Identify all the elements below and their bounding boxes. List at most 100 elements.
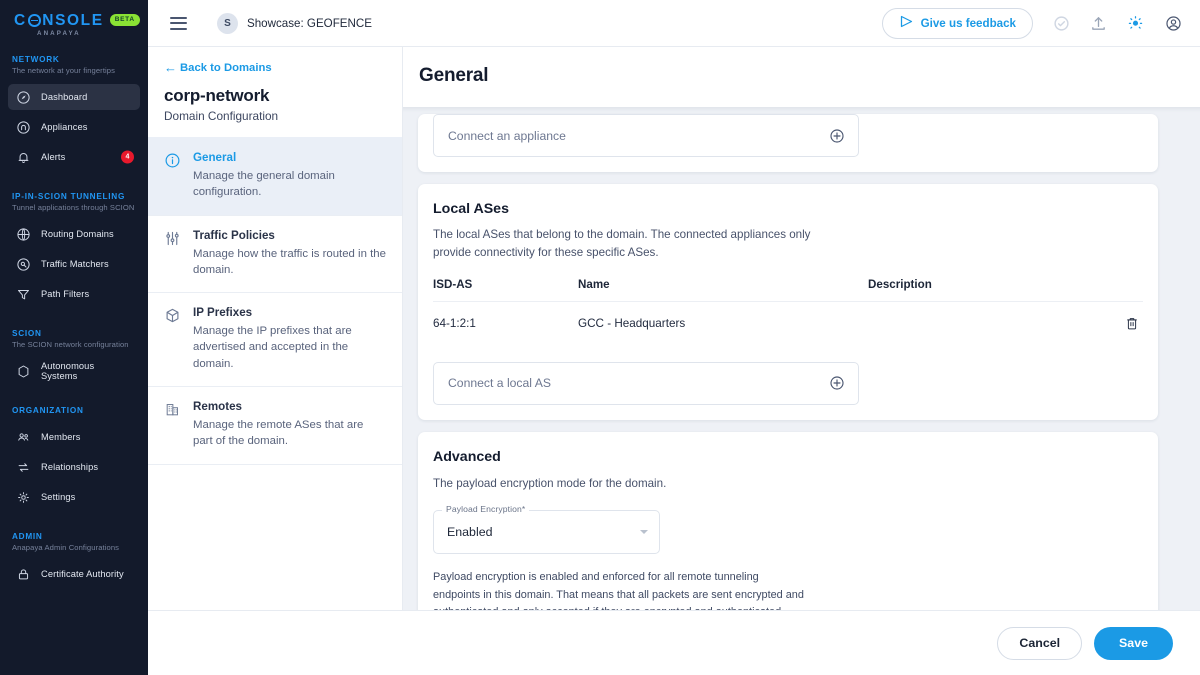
column-header-name: Name (578, 277, 610, 291)
sidebar-item-autonomous-systems[interactable]: Autonomous Systems (8, 358, 140, 384)
sidebar-item-settings[interactable]: Settings (8, 484, 140, 510)
cancel-button[interactable]: Cancel (997, 626, 1083, 660)
column-header-description: Description (868, 277, 932, 291)
hamburger-menu-icon[interactable] (170, 16, 187, 30)
sidebar-item-badge: 4 (121, 150, 134, 164)
local-ases-title: Local ASes (433, 201, 509, 217)
send-icon (899, 14, 914, 32)
trash-icon[interactable] (1124, 315, 1143, 332)
local-ases-table: ISD-AS Name Description 64-1:2:1 GCC - He… (433, 278, 1143, 345)
sidebar-group-scion: SCION The SCION network configuration Auto… (0, 329, 148, 384)
page-title: General (419, 65, 489, 86)
chevron-down-icon[interactable] (640, 529, 648, 534)
sidebar-item-label: Traffic Matchers (41, 259, 109, 269)
config-item-description: Manage the general domain configuration. (193, 170, 335, 199)
sidebar-group-subtitle: The SCION network configuration (12, 340, 129, 349)
give-feedback-button[interactable]: Give us feedback (881, 7, 1033, 39)
building-icon (164, 400, 181, 450)
plus-circle-icon[interactable] (829, 375, 845, 391)
brand-logo[interactable]: C NSOLE BETA ANAPAYA (0, 0, 148, 37)
sidebar-item-label: Appliances (41, 122, 88, 132)
give-feedback-label: Give us feedback (920, 16, 1016, 30)
lightbulb-icon[interactable] (1127, 15, 1144, 32)
config-item-general[interactable]: General Manage the general domain configu… (148, 137, 402, 215)
config-panel-filler (148, 463, 402, 610)
page-title-card: General (403, 47, 1200, 107)
appliances-card: Connect an appliance (418, 114, 1158, 172)
beta-badge: BETA (109, 14, 140, 26)
workspace-selector[interactable]: S Showcase: GEOFENCE (217, 12, 372, 34)
sidebar-group-subtitle: Tunnel applications through SCION (12, 203, 135, 212)
domain-subtitle: Domain Configuration (164, 109, 279, 123)
config-item-description: Manage how the traffic is routed in the … (193, 247, 386, 276)
sidebar-item-relationships[interactable]: Relationships (8, 454, 140, 480)
app-root: C NSOLE BETA ANAPAYA NETWORK The network … (0, 0, 1200, 675)
content-row: ← Back to Domains corp-network Domain Co… (148, 47, 1200, 610)
config-item-label: Remotes (193, 400, 242, 414)
lock-icon (16, 567, 31, 582)
settings-scroll-area[interactable]: General Connect an appliance Local ASes … (403, 47, 1200, 610)
sidebar-group-title: IP-IN-SCION TUNNELING (12, 192, 126, 201)
payload-encryption-label: Payload Encryption* (442, 503, 530, 514)
local-ases-description: The local ASes that belong to the domain… (433, 228, 811, 259)
sidebar-group-subtitle: Anapaya Admin Configurations (12, 543, 120, 552)
connect-local-as-input[interactable]: Connect a local AS (433, 361, 859, 405)
sidebar-group-title: ADMIN (12, 532, 43, 541)
config-item-description: Manage the remote ASes that are part of … (193, 419, 364, 448)
table-header-row: ISD-AS Name Description (433, 278, 1143, 301)
config-item-body: IP Prefixes Manage the IP prefixes that a… (193, 306, 386, 372)
sidebar-item-traffic-matchers[interactable]: Traffic Matchers (8, 251, 140, 277)
sidebar-item-certificate-authority[interactable]: Certificate Authority (8, 561, 140, 587)
brand-subtitle: ANAPAYA (37, 30, 81, 37)
filter-icon (16, 287, 31, 302)
sidebar-item-appliances[interactable]: Appliances (8, 114, 140, 140)
sidebar-group-network: NETWORK The network at your fingertips Das… (0, 55, 148, 170)
main-area: S Showcase: GEOFENCE Give us feedback ← … (148, 0, 1200, 675)
action-footer: Cancel Save (148, 610, 1200, 675)
sidebar-item-label: Settings (41, 492, 76, 502)
sidebar-item-dashboard[interactable]: Dashboard (8, 84, 140, 110)
connect-local-as-placeholder: Connect a local AS (448, 376, 551, 391)
cell-isd-as: 64-1:2:1 (433, 316, 476, 330)
config-item-remotes[interactable]: Remotes Manage the remote ASes that are p… (148, 386, 402, 464)
sidebar-item-alerts[interactable]: Alerts 4 (8, 144, 140, 170)
config-item-ip-prefixes[interactable]: IP Prefixes Manage the IP prefixes that a… (148, 292, 402, 386)
payload-encryption-field[interactable]: Payload Encryption* Enabled (433, 503, 660, 554)
config-item-traffic-policies[interactable]: Traffic Policies Manage how the traffic i… (148, 214, 402, 293)
save-button[interactable]: Save (1094, 626, 1173, 660)
table-body: 64-1:2:1 GCC - Headquarters (433, 300, 1143, 345)
connect-appliance-input[interactable]: Connect an appliance (433, 114, 859, 157)
advanced-card: Advanced The payload encryption mode for… (418, 431, 1158, 610)
sidebar-item-members[interactable]: Members (8, 424, 140, 450)
top-bar: S Showcase: GEOFENCE Give us feedback (148, 0, 1200, 47)
domain-name: corp-network (164, 86, 270, 105)
config-item-body: General Manage the general domain configu… (193, 151, 386, 201)
connect-appliance-placeholder: Connect an appliance (448, 128, 566, 143)
account-circle-icon[interactable] (1165, 15, 1182, 32)
check-circle-icon[interactable] (1053, 15, 1070, 32)
sidebar-item-path-filters[interactable]: Path Filters (8, 281, 140, 307)
sidebar-group-admin: ADMIN Anapaya Admin Configurations Certifi… (0, 532, 148, 587)
brand-logo-text: C NSOLE (14, 13, 104, 29)
sidebar-item-routing-domains[interactable]: Routing Domains (8, 221, 140, 247)
payload-encryption-note: Payload encryption is enabled and enforc… (433, 570, 804, 610)
plus-circle-icon[interactable] (829, 128, 845, 144)
bell-icon (16, 150, 31, 165)
box-icon (164, 306, 181, 372)
workspace-name: Showcase: GEOFENCE (247, 16, 372, 30)
upload-icon[interactable] (1090, 15, 1107, 32)
sidebar-item-label: Members (41, 432, 81, 442)
arrow-left-icon: ← (164, 60, 177, 75)
dashboard-icon (16, 90, 31, 105)
table-row[interactable]: 64-1:2:1 GCC - Headquarters (433, 300, 1143, 345)
config-item-label: Traffic Policies (193, 228, 275, 242)
back-to-domains-link[interactable]: ← Back to Domains (164, 61, 386, 74)
config-item-label: General (193, 151, 237, 164)
payload-encryption-select[interactable]: Enabled (433, 509, 660, 554)
main-sidebar: C NSOLE BETA ANAPAYA NETWORK The network … (0, 0, 148, 675)
cell-name: GCC - Headquarters (578, 316, 686, 330)
advanced-title: Advanced (433, 448, 501, 465)
sidebar-nav: NETWORK The network at your fingertips Das… (0, 55, 148, 587)
sidebar-item-label: Routing Domains (41, 229, 114, 239)
payload-encryption-value: Enabled (447, 524, 493, 539)
